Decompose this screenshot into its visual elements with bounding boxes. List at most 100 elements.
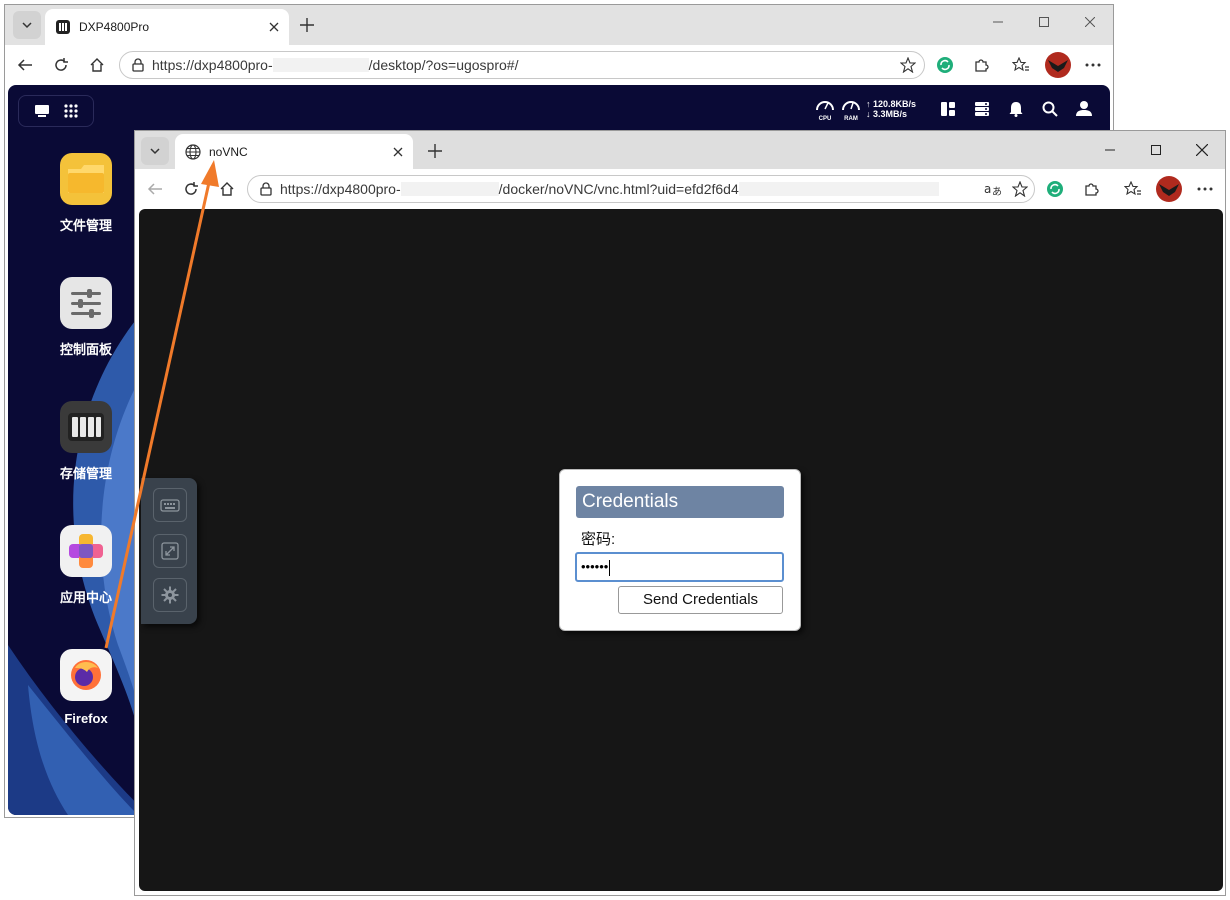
- novnc-control-bar: [141, 478, 197, 624]
- download-speed: ↓ 3.3MB/s: [866, 109, 908, 119]
- gear-icon: [161, 586, 179, 604]
- minimize-icon: [1105, 149, 1115, 151]
- app-grid-icon[interactable]: [63, 103, 79, 119]
- nas-top-bar: CPU RAM ↑ 120.8KB/s ↓ 3.3MB/s: [8, 85, 1110, 133]
- front-tab-bar: noVNC: [135, 131, 1225, 169]
- front-tab[interactable]: noVNC: [175, 134, 413, 169]
- app-file-manager[interactable]: 文件管理: [38, 153, 134, 234]
- front-tab-title: noVNC: [209, 144, 248, 159]
- back-maximize-button[interactable]: [1021, 5, 1067, 39]
- back-minimize-button[interactable]: [975, 5, 1021, 39]
- front-maximize-button[interactable]: [1133, 133, 1179, 167]
- password-value: ••••••: [581, 559, 609, 574]
- password-label: 密码:: [581, 531, 616, 548]
- nas-launcher: [18, 95, 94, 127]
- translate-icon[interactable]: aあ: [984, 181, 1002, 200]
- back-extensions-button[interactable]: [967, 51, 995, 79]
- ram-gauge-icon: [842, 101, 860, 111]
- puzzle-icon: [1085, 183, 1099, 196]
- widgets-icon[interactable]: [940, 101, 956, 117]
- keyboard-button[interactable]: [153, 488, 187, 522]
- puzzle-icon: [975, 59, 989, 72]
- app-center[interactable]: 应用中心: [38, 525, 134, 606]
- fullscreen-icon: [161, 542, 179, 560]
- chevron-down-icon: [22, 22, 32, 29]
- front-tab-list-button[interactable]: [141, 137, 169, 165]
- front-minimize-button[interactable]: [1087, 133, 1133, 167]
- back-extension-green-button[interactable]: [931, 51, 959, 79]
- close-icon: [1196, 144, 1208, 156]
- maximize-icon: [1039, 17, 1049, 27]
- search-icon[interactable]: [1042, 101, 1058, 117]
- svg-text:あ: あ: [992, 186, 1002, 197]
- desktop-icon[interactable]: [34, 104, 50, 118]
- front-tab-close-button[interactable]: [387, 141, 409, 163]
- bell-icon[interactable]: [1008, 101, 1024, 117]
- app-label: 控制面板: [59, 342, 112, 357]
- credentials-title: Credentials: [576, 486, 784, 518]
- maximize-icon: [1151, 145, 1161, 155]
- front-extension-green-button[interactable]: [1041, 175, 1069, 203]
- arrow-left-icon: [147, 183, 162, 195]
- network-speed[interactable]: ↑ 120.8KB/s ↓ 3.3MB/s: [866, 99, 916, 119]
- cpu-label: CPU: [818, 116, 832, 122]
- keyboard-icon: [160, 499, 180, 512]
- front-menu-button[interactable]: [1191, 175, 1219, 203]
- reload-icon: [185, 182, 198, 195]
- back-url-redaction: [272, 58, 369, 72]
- front-profile-avatar[interactable]: [1156, 176, 1182, 202]
- front-url-redaction-2: [738, 182, 939, 196]
- front-address-bar[interactable]: https://dxp4800pro- /docker/noVNC/vnc.ht…: [247, 175, 1035, 203]
- back-tab[interactable]: DXP4800Pro: [45, 9, 289, 45]
- settings-button[interactable]: [153, 578, 187, 612]
- back-toolbar: https://dxp4800pro- /desktop/?os=ugospro…: [5, 45, 1113, 85]
- front-back-button[interactable]: [141, 175, 169, 203]
- lock-icon: [132, 58, 144, 72]
- profile-icon: [1159, 184, 1179, 196]
- favorites-icon: [1012, 57, 1029, 72]
- favorites-icon: [1124, 181, 1141, 196]
- app-firefox[interactable]: Firefox: [38, 649, 134, 726]
- app-control-panel[interactable]: 控制面板: [38, 277, 134, 358]
- ram-gauge[interactable]: RAM: [840, 97, 862, 122]
- vnc-screen[interactable]: Credentials 密码: •••••• Send Credentials: [139, 209, 1223, 891]
- task-list-icon[interactable]: [974, 101, 990, 117]
- more-horizontal-icon: [1085, 63, 1101, 67]
- front-extensions-button[interactable]: [1077, 175, 1105, 203]
- front-url-path: /docker/noVNC/vnc.html?uid=efd2f6d4: [498, 181, 739, 197]
- back-close-window-button[interactable]: [1067, 5, 1113, 39]
- front-favorites-button[interactable]: [1119, 175, 1147, 203]
- front-reload-button[interactable]: [177, 175, 205, 203]
- favorite-star-icon[interactable]: [899, 56, 917, 76]
- app-center-icon: [60, 525, 112, 577]
- app-storage-manager[interactable]: 存储管理: [38, 401, 134, 482]
- front-home-button[interactable]: [213, 175, 241, 203]
- back-favorites-button[interactable]: [1007, 51, 1035, 79]
- front-url-redaction: [400, 182, 499, 196]
- back-back-button[interactable]: [11, 51, 39, 79]
- cpu-gauge[interactable]: CPU: [814, 97, 836, 122]
- front-new-tab-button[interactable]: [421, 137, 449, 165]
- upload-speed: ↑ 120.8KB/s: [866, 99, 917, 109]
- back-new-tab-button[interactable]: [293, 11, 321, 39]
- chevron-down-icon: [150, 148, 160, 155]
- back-menu-button[interactable]: [1079, 51, 1107, 79]
- back-home-button[interactable]: [83, 51, 111, 79]
- front-close-window-button[interactable]: [1179, 133, 1225, 167]
- favorite-star-icon[interactable]: [1011, 180, 1029, 200]
- back-address-bar[interactable]: https://dxp4800pro- /desktop/?os=ugospro…: [119, 51, 925, 79]
- send-credentials-button[interactable]: Send Credentials: [618, 586, 783, 614]
- password-input[interactable]: ••••••: [575, 552, 784, 582]
- user-icon[interactable]: [1076, 100, 1092, 117]
- front-browser-window: noVNC https://dxp4800pro- /docker/noVNC/…: [134, 130, 1226, 896]
- globe-icon: [185, 143, 201, 160]
- cpu-gauge-icon: [816, 101, 834, 111]
- close-icon: [393, 147, 403, 156]
- back-reload-button[interactable]: [47, 51, 75, 79]
- back-tab-list-button[interactable]: [13, 11, 41, 39]
- sliders-icon: [60, 277, 112, 329]
- storage-icon: [60, 401, 112, 453]
- back-tab-close-button[interactable]: [263, 16, 285, 38]
- fullscreen-button[interactable]: [153, 534, 187, 568]
- back-profile-avatar[interactable]: [1045, 52, 1071, 78]
